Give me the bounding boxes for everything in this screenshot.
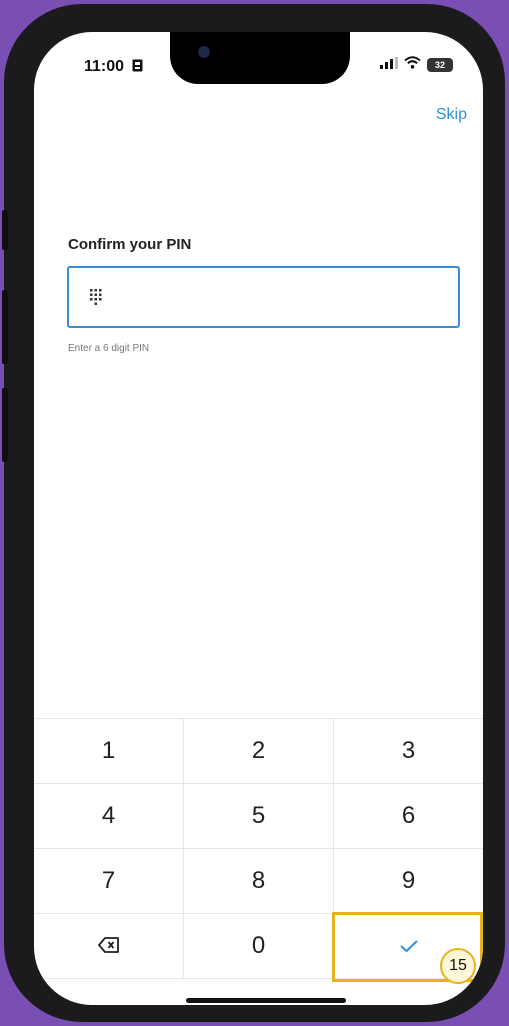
skip-button[interactable]: Skip — [436, 106, 467, 124]
volume-down-button — [2, 388, 8, 462]
keypad-row: 1 2 3 — [34, 719, 483, 784]
status-icons: 32 — [380, 56, 453, 74]
key-3[interactable]: 3 — [334, 719, 483, 783]
key-8[interactable]: 8 — [184, 849, 334, 913]
key-2[interactable]: 2 — [184, 719, 334, 783]
battery-level: 32 — [434, 60, 445, 70]
pin-title: Confirm your PIN — [68, 236, 192, 253]
pin-hint: Enter a 6 digit PIN — [68, 343, 150, 354]
key-4[interactable]: 4 — [34, 784, 184, 848]
phone-screen: 11:00 32 Skip Confirm your PIN Enter a 6… — [34, 32, 483, 1005]
backspace-key[interactable] — [34, 914, 184, 978]
step-number-badge: 15 — [440, 948, 476, 984]
key-6[interactable]: 6 — [334, 784, 483, 848]
backspace-icon — [97, 932, 120, 960]
keypad-row: 4 5 6 — [34, 784, 483, 849]
keypad-row: 0 — [34, 912, 483, 982]
camera-dot — [198, 46, 210, 58]
pin-input[interactable] — [67, 266, 460, 328]
key-0[interactable]: 0 — [184, 914, 334, 978]
phone-frame: 11:00 32 Skip Confirm your PIN Enter a 6… — [2, 4, 505, 1022]
numeric-keypad: 1 2 3 4 5 6 7 8 9 0 — [34, 718, 483, 982]
key-9[interactable]: 9 — [334, 849, 483, 913]
home-indicator — [186, 998, 346, 1003]
battery-icon: 32 — [427, 58, 453, 72]
wifi-icon — [404, 56, 421, 74]
key-7[interactable]: 7 — [34, 849, 184, 913]
key-5[interactable]: 5 — [184, 784, 334, 848]
signal-icon — [380, 56, 398, 74]
volume-up-button — [2, 290, 8, 364]
mute-switch — [2, 210, 8, 250]
key-1[interactable]: 1 — [34, 719, 184, 783]
notch — [170, 32, 350, 84]
sim-card-icon — [132, 59, 143, 77]
keypad-icon — [89, 288, 103, 311]
status-time: 11:00 — [84, 58, 143, 77]
keypad-row: 7 8 9 — [34, 849, 483, 914]
